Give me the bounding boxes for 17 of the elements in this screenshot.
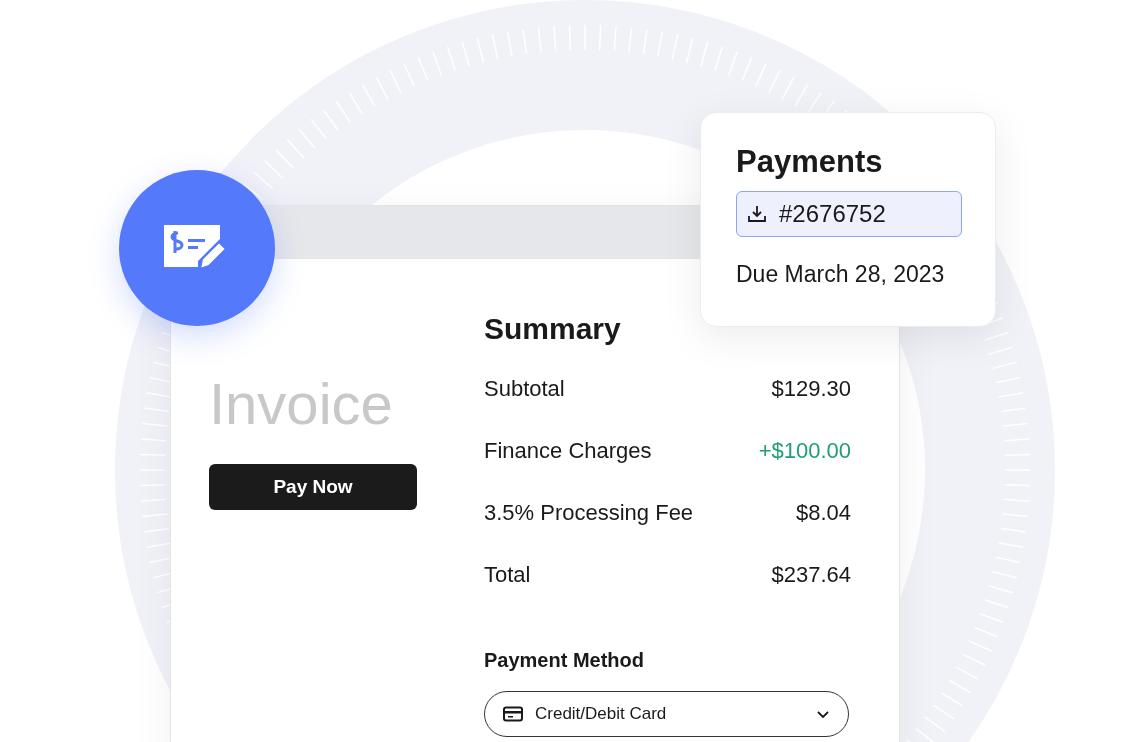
summary-label: Total bbox=[484, 560, 531, 589]
summary-label: 3.5% Processing Fee bbox=[484, 498, 694, 527]
summary-value: +$100.00 bbox=[758, 436, 851, 465]
download-icon bbox=[747, 204, 767, 224]
summary-value: $8.04 bbox=[795, 498, 851, 527]
summary-title: Summary bbox=[484, 311, 622, 347]
summary-value: $237.64 bbox=[771, 560, 851, 589]
due-date: Due March 28, 2023 bbox=[736, 260, 946, 289]
summary-label: Finance Charges bbox=[484, 436, 652, 465]
payment-method-title: Payment Method bbox=[484, 648, 646, 673]
pay-now-button[interactable]: Pay Now bbox=[209, 464, 417, 510]
payments-title: Payments bbox=[736, 143, 884, 181]
summary-value: $129.30 bbox=[771, 374, 851, 403]
chevron-down-icon bbox=[816, 709, 830, 719]
summary-label: Subtotal bbox=[484, 374, 565, 403]
payment-reference-chip[interactable]: #2676752 bbox=[736, 191, 962, 237]
credit-card-icon bbox=[503, 706, 523, 722]
